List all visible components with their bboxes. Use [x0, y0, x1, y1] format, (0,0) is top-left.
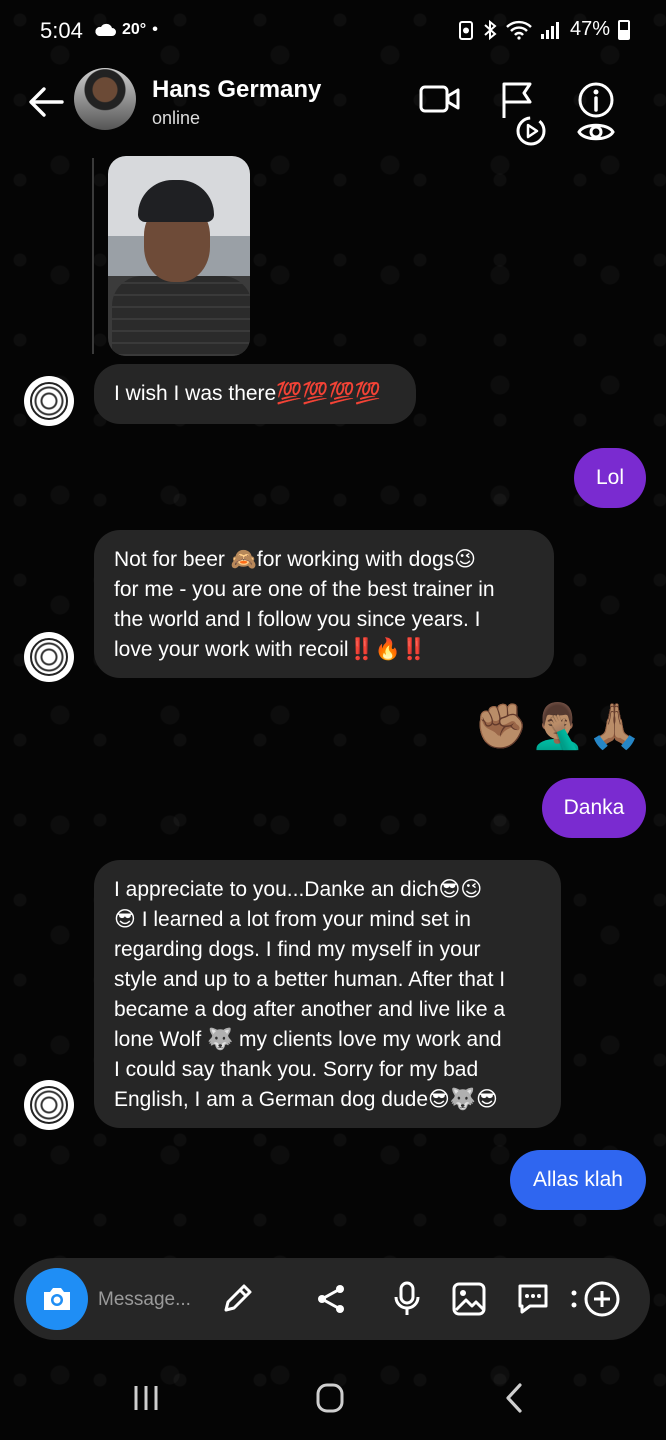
contact-avatar[interactable]: [74, 68, 136, 130]
effects-play-icon[interactable]: [514, 114, 548, 148]
system-nav-bar: [0, 1350, 666, 1440]
sticker-chat-icon[interactable]: [514, 1280, 552, 1318]
notification-dot: •: [152, 21, 158, 38]
back-nav-icon[interactable]: [494, 1380, 534, 1416]
emoji-message[interactable]: ✊🏽🤦🏽‍♂️🙏🏽: [474, 700, 644, 752]
pencil-icon[interactable]: [218, 1280, 256, 1318]
video-call-icon[interactable]: [418, 82, 462, 116]
weather-indicator: 20° •: [94, 21, 158, 39]
camera-button[interactable]: [26, 1268, 88, 1330]
gallery-icon[interactable]: [450, 1280, 488, 1318]
bluetooth-icon: [484, 19, 497, 40]
message-input[interactable]: [96, 1284, 210, 1316]
status-right: 47%: [458, 18, 630, 41]
camera-icon: [44, 1288, 70, 1310]
status-time: 5:04: [40, 18, 83, 43]
chat-header: Hans Germany online: [0, 62, 666, 152]
status-bar: 5:04 20° • 47%: [0, 0, 666, 62]
weather-temp: 20°: [122, 21, 147, 38]
info-icon[interactable]: [576, 80, 616, 120]
message-received[interactable]: I wish I was there💯💯💯💯: [94, 364, 416, 424]
battery-icon: [618, 19, 630, 40]
message-sent[interactable]: Danka: [542, 778, 646, 838]
battery-saver-icon: [458, 20, 473, 40]
shared-photo[interactable]: [108, 156, 250, 356]
battery-percent: 47%: [569, 18, 610, 40]
more-plus-icon[interactable]: [570, 1280, 622, 1318]
vanish-eye-icon[interactable]: [576, 118, 616, 146]
contact-name[interactable]: Hans Germany: [152, 76, 321, 104]
share-icon[interactable]: [312, 1280, 350, 1318]
sender-avatar[interactable]: [24, 1080, 74, 1130]
signal-icon: [540, 21, 559, 39]
message-received[interactable]: Not for beer 🙈for working with dogs😉 for…: [94, 530, 554, 678]
message-sent[interactable]: Lol: [574, 448, 646, 508]
cloud-icon: [95, 23, 116, 36]
sender-avatar[interactable]: [24, 376, 74, 426]
reply-thread-line: [92, 158, 94, 354]
wifi-icon: [506, 20, 532, 40]
recent-apps-icon[interactable]: [126, 1380, 166, 1416]
microphone-icon[interactable]: [388, 1280, 426, 1318]
back-arrow-icon[interactable]: [26, 82, 66, 122]
sender-avatar[interactable]: [24, 632, 74, 682]
contact-status: online: [152, 108, 201, 128]
message-received[interactable]: I appreciate to you...Danke an dich😎😉 😎 …: [94, 860, 561, 1128]
home-icon[interactable]: [310, 1380, 350, 1416]
message-composer: [14, 1258, 650, 1340]
message-sent[interactable]: Allas klah: [510, 1150, 646, 1210]
